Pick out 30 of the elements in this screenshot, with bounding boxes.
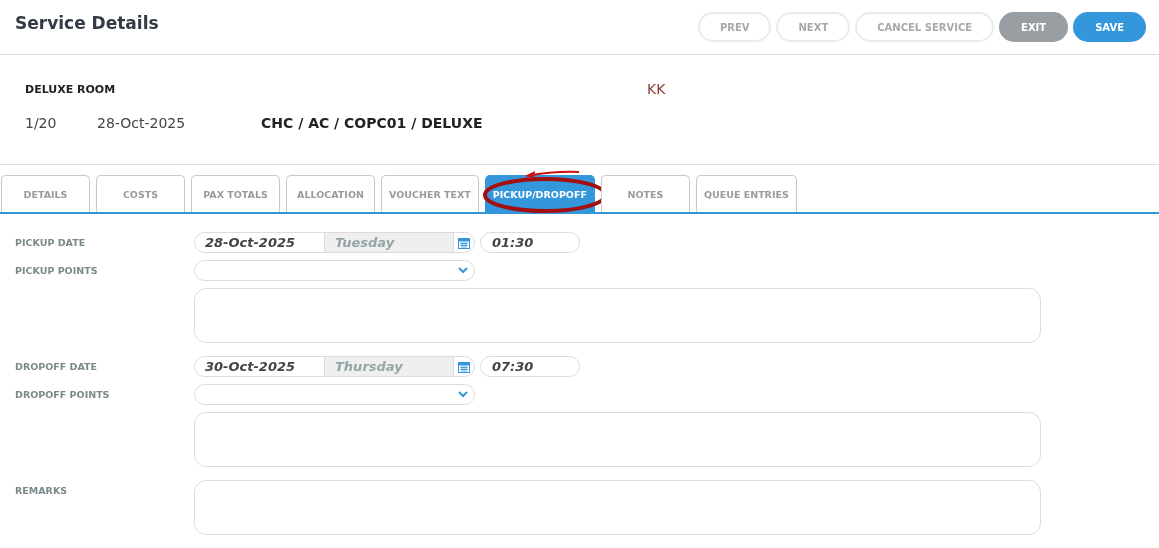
field-label: DROPOFF DATE: [15, 360, 99, 372]
field-label: PICKUP DATE: [15, 236, 87, 248]
chevron-down-icon: [458, 391, 468, 398]
service-code: KK: [647, 81, 667, 97]
points-text-area[interactable]: [194, 412, 1041, 467]
service-path: CHC / AC / COPC01 / DELUXE: [261, 115, 483, 131]
service-date: 28-Oct-2025: [97, 115, 187, 131]
calendar-icon[interactable]: [458, 236, 470, 249]
service-number: 1/20: [25, 115, 58, 131]
points-text-area[interactable]: [194, 288, 1041, 343]
action-button[interactable]: PREV: [697, 12, 772, 42]
remarks-text-area[interactable]: [194, 480, 1041, 535]
tab[interactable]: DETAILS: [1, 175, 90, 212]
tab[interactable]: PAX TOTALS: [191, 175, 280, 212]
field-label: REMARKS: [15, 484, 69, 496]
tab[interactable]: COSTS: [96, 175, 185, 212]
page-title: Service Details: [15, 13, 159, 33]
field-label: DROPOFF POINTS: [15, 388, 111, 400]
save-button[interactable]: SAVE: [1073, 12, 1146, 42]
action-button[interactable]: NEXT: [776, 12, 851, 42]
calendar-icon[interactable]: [458, 360, 470, 373]
action-button[interactable]: EXIT: [999, 12, 1069, 42]
tab[interactable]: ALLOCATION: [286, 175, 375, 212]
tab[interactable]: NOTES: [600, 175, 690, 212]
action-button[interactable]: CANCEL SERVICE: [855, 12, 995, 42]
tab[interactable]: VOUCHER TEXT: [381, 175, 479, 212]
field-label: PICKUP POINTS: [15, 264, 99, 276]
service-name: DELUXE ROOM: [25, 82, 117, 96]
tab[interactable]: QUEUE ENTRIES: [695, 175, 797, 212]
chevron-down-icon: [458, 267, 468, 274]
